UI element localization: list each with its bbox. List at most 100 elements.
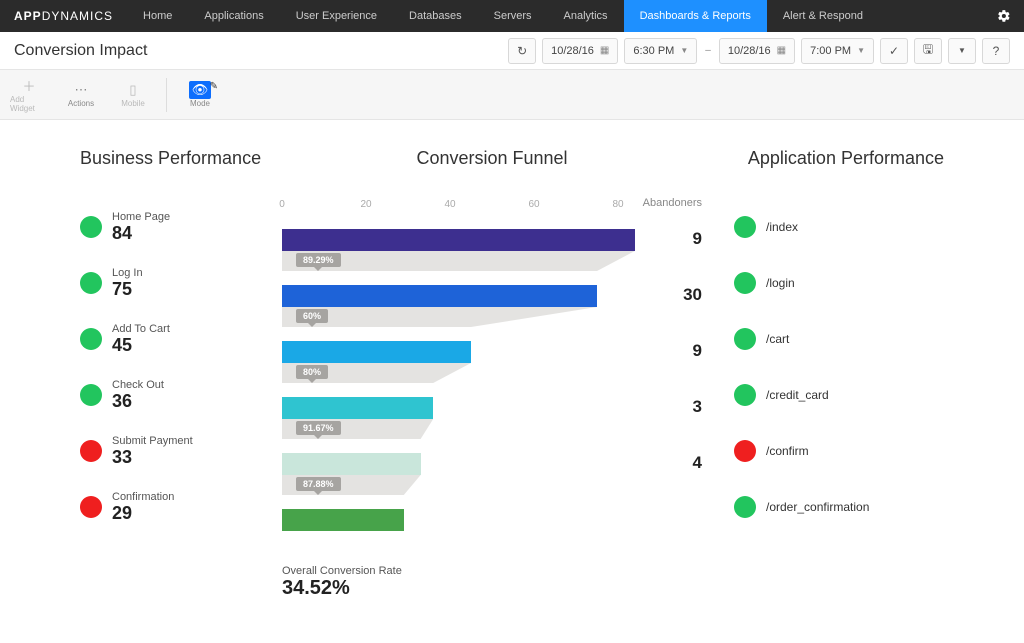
conversion-funnel-title: Conversion Funnel xyxy=(270,148,714,169)
abandoners-value: 9 xyxy=(693,341,702,361)
conversion-pct-badge: 60% xyxy=(296,309,328,323)
axis-tick: 0 xyxy=(279,199,285,210)
funnel-transition: 60% xyxy=(282,307,597,327)
top-nav: APPDYNAMICS Home Applications User Exper… xyxy=(0,0,1024,32)
check-icon: ✓ xyxy=(889,44,899,58)
help-button[interactable]: ? xyxy=(982,38,1010,64)
funnel-row: 91.67% 3 xyxy=(282,383,702,439)
endpoint-name: /credit_card xyxy=(766,388,829,402)
funnel-stage: Check Out 36 xyxy=(80,367,270,423)
save-button[interactable]: 🖫 xyxy=(914,38,942,64)
time-controls: ↻ 10/28/16 ▦ 6:30 PM ▼ – 10/28/16 ▦ 7:00… xyxy=(508,38,1010,64)
mode-button[interactable]: 👁 Mode xyxy=(181,81,219,108)
nav-analytics[interactable]: Analytics xyxy=(548,0,624,32)
funnel-row xyxy=(282,495,702,551)
start-date-picker[interactable]: 10/28/16 ▦ xyxy=(542,38,618,64)
add-widget-button: ＋ Add Widget xyxy=(10,77,48,113)
refresh-button[interactable]: ↻ xyxy=(508,38,536,64)
end-date-value: 10/28/16 xyxy=(728,45,771,57)
mobile-button: ▯ Mobile xyxy=(114,81,152,108)
add-widget-label: Add Widget xyxy=(10,95,48,113)
funnel-bar xyxy=(282,341,471,363)
funnel-transition: 91.67% xyxy=(282,419,433,439)
stage-label: Submit Payment xyxy=(112,435,193,447)
endpoint-name: /cart xyxy=(766,332,789,346)
funnel-stage: Log In 75 xyxy=(80,255,270,311)
axis-tick: 80 xyxy=(612,199,623,210)
stage-label: Log In xyxy=(112,267,143,279)
endpoint-name: /index xyxy=(766,220,798,234)
funnel-transition: 87.88% xyxy=(282,475,421,495)
stage-value: 75 xyxy=(112,279,143,300)
overall-conversion-value: 34.52% xyxy=(282,577,702,600)
chevron-down-icon: ▼ xyxy=(680,46,688,55)
funnel-stage: Submit Payment 33 xyxy=(80,423,270,479)
stage-value: 84 xyxy=(112,223,170,244)
status-dot xyxy=(734,496,756,518)
page-title: Conversion Impact xyxy=(14,42,508,60)
start-time-value: 6:30 PM xyxy=(633,45,674,57)
logo-prefix: APP xyxy=(14,9,42,23)
funnel-stage: Home Page 84 xyxy=(80,199,270,255)
funnel-bar xyxy=(282,453,421,475)
nav-servers[interactable]: Servers xyxy=(478,0,548,32)
abandoners-header: Abandoners xyxy=(643,197,702,209)
funnel-row: 80% 9 xyxy=(282,327,702,383)
business-performance-title: Business Performance xyxy=(80,148,270,169)
axis-tick: 20 xyxy=(360,199,371,210)
funnel-axis: 020406080 xyxy=(282,199,702,215)
endpoint-row: /confirm xyxy=(734,423,944,479)
apply-button[interactable]: ✓ xyxy=(880,38,908,64)
nav-dashboards-reports[interactable]: Dashboards & Reports xyxy=(624,0,767,32)
funnel-row: 60% 30 xyxy=(282,271,702,327)
nav-applications[interactable]: Applications xyxy=(188,0,279,32)
logo-suffix: DYNAMICS xyxy=(42,9,113,23)
eye-icon: 👁 xyxy=(189,81,211,99)
end-time-picker[interactable]: 7:00 PM ▼ xyxy=(801,38,874,64)
funnel-stage: Add To Cart 45 xyxy=(80,311,270,367)
axis-tick: 60 xyxy=(528,199,539,210)
dashboard-body: Business Performance Home Page 84 Log In… xyxy=(0,120,1024,600)
dashboard-toolbar: ＋ Add Widget ⋯ Actions ▯ Mobile 👁 Mode xyxy=(0,70,1024,120)
abandoners-value: 3 xyxy=(693,397,702,417)
stage-value: 45 xyxy=(112,335,170,356)
endpoint-name: /confirm xyxy=(766,444,809,458)
endpoint-row: /credit_card xyxy=(734,367,944,423)
save-icon: 🖫 xyxy=(923,40,933,61)
abandoners-value: 30 xyxy=(683,285,702,305)
status-dot xyxy=(734,216,756,238)
nav-user-experience[interactable]: User Experience xyxy=(280,0,393,32)
overall-conversion-label: Overall Conversion Rate xyxy=(282,565,702,577)
stage-label: Confirmation xyxy=(112,491,174,503)
status-dot xyxy=(80,216,102,238)
mobile-icon: ▯ xyxy=(122,81,144,99)
actions-button[interactable]: ⋯ Actions xyxy=(62,81,100,108)
start-time-picker[interactable]: 6:30 PM ▼ xyxy=(624,38,697,64)
funnel-stage: Confirmation 29 xyxy=(80,479,270,535)
funnel-bar xyxy=(282,397,433,419)
funnel-bar xyxy=(282,509,404,531)
status-dot xyxy=(80,496,102,518)
end-date-picker[interactable]: 10/28/16 ▦ xyxy=(719,38,795,64)
gear-icon[interactable] xyxy=(984,9,1024,23)
funnel-chart: Abandoners 89.29%960%3080%991.67%387.88%… xyxy=(282,215,702,551)
conversion-pct-badge: 89.29% xyxy=(296,253,341,267)
nav-home[interactable]: Home xyxy=(127,0,188,32)
nav-alert-respond[interactable]: Alert & Respond xyxy=(767,0,879,32)
range-separator: – xyxy=(703,45,713,56)
calendar-icon: ▦ xyxy=(777,45,786,56)
business-performance-column: Business Performance Home Page 84 Log In… xyxy=(80,148,270,600)
funnel-bar xyxy=(282,229,635,251)
start-date-value: 10/28/16 xyxy=(551,45,594,57)
conversion-funnel-column: Conversion Funnel 020406080 Abandoners 8… xyxy=(270,148,714,600)
conversion-pct-badge: 91.67% xyxy=(296,421,341,435)
stage-value: 29 xyxy=(112,503,174,524)
endpoint-row: /index xyxy=(734,199,944,255)
abandoners-value: 4 xyxy=(693,453,702,473)
mobile-label: Mobile xyxy=(121,99,145,108)
status-dot xyxy=(80,272,102,294)
funnel-transition: 80% xyxy=(282,363,471,383)
stage-value: 36 xyxy=(112,391,164,412)
nav-databases[interactable]: Databases xyxy=(393,0,478,32)
more-menu-button[interactable]: ▼ xyxy=(948,38,976,64)
